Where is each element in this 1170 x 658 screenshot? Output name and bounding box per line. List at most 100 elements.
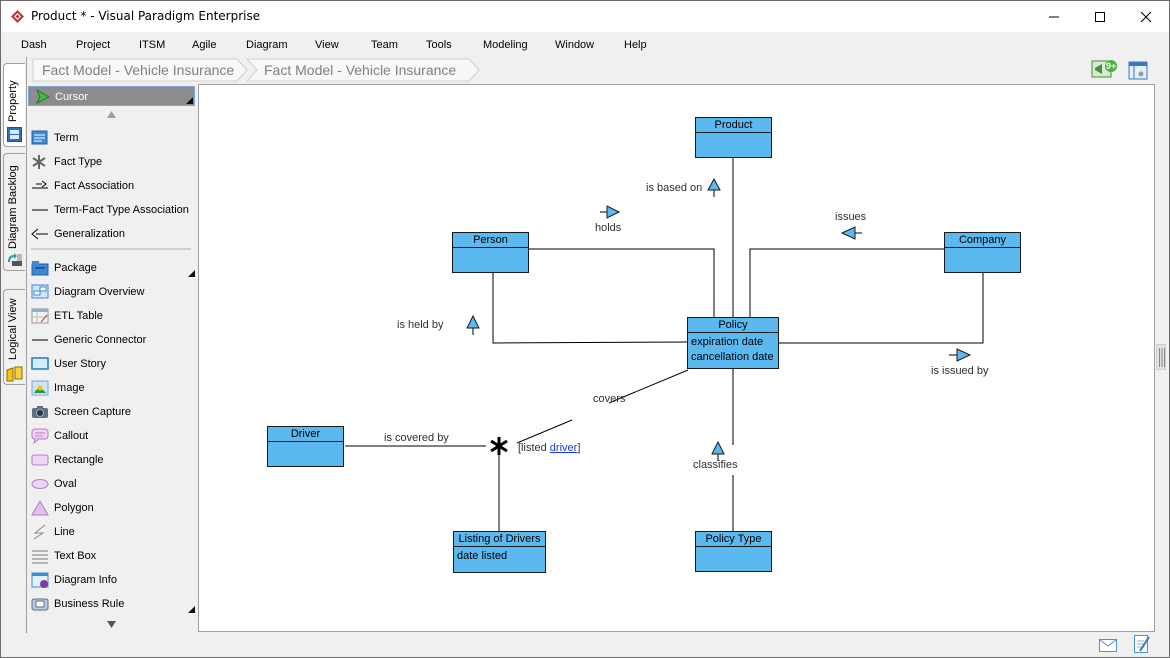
menu-team[interactable]: Team xyxy=(371,39,398,51)
palette-cursor-tool[interactable]: Cursor xyxy=(28,86,195,106)
expand-corner-icon[interactable] xyxy=(188,270,195,277)
palette-item-screen-capture[interactable]: Screen Capture xyxy=(31,402,193,422)
term-name: Policy xyxy=(688,318,778,333)
menu-itsm[interactable]: ITSM xyxy=(139,39,165,51)
fact-label-is-held-by[interactable]: is held by xyxy=(397,319,443,331)
package-icon xyxy=(31,261,49,276)
palette-item-term-fact-type-association[interactable]: Term-Fact Type Association xyxy=(31,200,193,220)
menu-modeling[interactable]: Modeling xyxy=(483,39,528,51)
objectification-driver-link[interactable]: driver xyxy=(550,442,578,454)
direction-arrow-issues xyxy=(840,226,862,240)
term-policy-type[interactable]: Policy Type xyxy=(695,531,772,572)
menu-help[interactable]: Help xyxy=(624,39,647,51)
maximize-button[interactable] xyxy=(1077,1,1123,32)
palette-item-polygon[interactable]: Polygon xyxy=(31,498,193,518)
expand-corner-icon[interactable] xyxy=(188,606,195,613)
menu-view[interactable]: View xyxy=(315,39,339,51)
image-icon xyxy=(31,380,49,396)
right-panel-resize-handle[interactable] xyxy=(1156,344,1166,370)
palette-item-diagram-info[interactable]: Diagram Info xyxy=(31,570,193,590)
palette-item-user-story[interactable]: User Story xyxy=(31,354,193,374)
palette-item-etl-table[interactable]: ETL Table xyxy=(31,306,193,326)
window-title: Product * - Visual Paradigm Enterprise xyxy=(31,9,261,23)
palette-item-label: Fact Type xyxy=(54,156,103,168)
term-driver[interactable]: Driver xyxy=(267,426,344,467)
fact-label-is-issued-by[interactable]: is issued by xyxy=(931,365,988,377)
property-icon xyxy=(7,127,22,142)
fact-association-icon xyxy=(32,180,48,189)
palette-item-fact-association[interactable]: Fact Association xyxy=(31,176,193,196)
tab-property[interactable]: Property xyxy=(3,63,25,147)
term-product[interactable]: Product xyxy=(695,117,772,158)
palette-item-generic-connector[interactable]: Generic Connector xyxy=(31,330,193,350)
fact-label-classifies[interactable]: classifies xyxy=(693,459,738,471)
term-listing-of-drivers[interactable]: Listing of Drivers date listed xyxy=(453,531,546,573)
palette-item-term[interactable]: Term xyxy=(31,128,193,148)
term-name: Company xyxy=(945,233,1020,248)
palette-item-rectangle[interactable]: Rectangle xyxy=(31,450,193,470)
direction-arrow-is-issued-by xyxy=(949,348,972,362)
term-policy[interactable]: Policy expiration date cancellation date xyxy=(687,317,779,369)
attribute-expiration-date: expiration date xyxy=(691,336,764,348)
direction-arrow-holds xyxy=(600,205,621,219)
fact-label-covers[interactable]: covers xyxy=(593,393,625,405)
objectification-suffix: ] xyxy=(577,442,581,454)
menu-diagram[interactable]: Diagram xyxy=(246,39,288,51)
fact-label-is-covered-by[interactable]: is covered by xyxy=(384,432,449,444)
right-panel-strip xyxy=(1155,84,1169,632)
palette-item-fact-type[interactable]: Fact Type xyxy=(31,152,193,172)
term-company[interactable]: Company xyxy=(944,232,1021,273)
palette-item-label: Business Rule xyxy=(54,598,125,610)
edit-notes-icon[interactable] xyxy=(1134,635,1150,654)
palette-item-oval[interactable]: Oval xyxy=(31,474,193,494)
breadcrumb-item-current[interactable]: Fact Model - Vehicle Insurance xyxy=(256,59,456,81)
term-person[interactable]: Person xyxy=(452,232,529,273)
diagram-canvas[interactable]: Product Person Company Policy expiration… xyxy=(198,84,1155,632)
attribute-cancellation-date: cancellation date xyxy=(691,351,774,363)
palette-item-business-rule[interactable]: Business Rule xyxy=(31,594,195,614)
palette-separator xyxy=(31,248,191,250)
attribute-date-listed: date listed xyxy=(457,550,508,562)
menu-tools[interactable]: Tools xyxy=(426,39,452,51)
asterisk-icon xyxy=(32,155,46,169)
cursor-label: Cursor xyxy=(55,91,89,103)
logical-view-icon xyxy=(6,366,23,382)
fact-label-issues[interactable]: issues xyxy=(835,211,866,223)
term-attributes: expiration date cancellation date xyxy=(691,335,774,365)
title-bar: Product * - Visual Paradigm Enterprise xyxy=(1,1,1169,32)
breadcrumb-item[interactable]: Fact Model - Vehicle Insurance xyxy=(34,59,234,81)
palette-item-package[interactable]: Package xyxy=(31,258,195,278)
minimize-button[interactable] xyxy=(1031,1,1077,32)
palette-item-line[interactable]: Line xyxy=(31,522,193,542)
mail-icon[interactable] xyxy=(1099,639,1117,652)
palette-item-diagram-overview[interactable]: Diagram Overview xyxy=(31,282,193,302)
fact-label-is-based-on[interactable]: is based on xyxy=(646,182,702,194)
close-icon xyxy=(1140,11,1152,22)
fact-label-holds[interactable]: holds xyxy=(595,222,621,234)
palette-item-label: Term-Fact Type Association xyxy=(54,204,189,216)
menu-agile[interactable]: Agile xyxy=(192,39,216,51)
menu-dash[interactable]: Dash xyxy=(21,39,47,51)
menu-window[interactable]: Window xyxy=(555,39,594,51)
notification-button[interactable]: 9+ xyxy=(1091,59,1117,79)
tab-diagram-backlog[interactable]: Diagram Backlog xyxy=(3,153,25,271)
scroll-up-icon[interactable] xyxy=(107,111,116,118)
palette-item-label: Diagram Info xyxy=(54,574,117,586)
palette-item-label: Package xyxy=(54,262,97,274)
app-window: Product * - Visual Paradigm Enterprise D… xyxy=(0,0,1170,658)
close-button[interactable] xyxy=(1123,1,1169,32)
objectification-prefix: [listed xyxy=(518,442,550,454)
panel-layout-button[interactable] xyxy=(1128,61,1148,81)
palette-item-image[interactable]: Image xyxy=(31,378,193,398)
palette-item-callout[interactable]: Callout xyxy=(31,426,193,446)
diagram-toolbar-palette: Cursor Term Fact Type Fact Association Term… xyxy=(27,84,197,632)
tab-logical-view[interactable]: Logical View xyxy=(3,289,25,385)
palette-item-generalization[interactable]: Generalization xyxy=(31,224,193,244)
menu-project[interactable]: Project xyxy=(76,39,110,51)
direction-arrow-is-based-on xyxy=(707,177,721,197)
palette-item-text-box[interactable]: Text Box xyxy=(31,546,193,566)
diagram-overview-icon xyxy=(31,284,49,299)
term-attributes: date listed xyxy=(457,549,507,564)
scroll-down-icon[interactable] xyxy=(107,621,116,628)
objectification-label: [listed driver] xyxy=(518,442,580,454)
